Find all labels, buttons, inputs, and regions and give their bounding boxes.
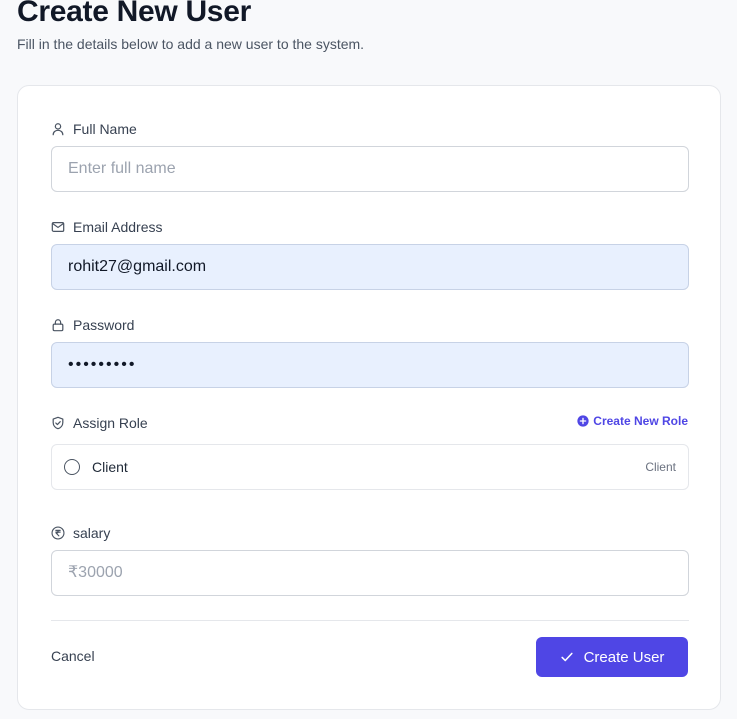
lock-icon [51,318,65,332]
create-new-role-link[interactable]: Create New Role [577,414,688,428]
create-new-role-label: Create New Role [593,414,688,428]
shield-icon [51,416,65,430]
create-user-label: Create User [583,648,665,666]
create-user-form-card: Full Name Email Address Password [17,85,721,710]
mail-icon [51,220,65,234]
password-label-text: Password [73,317,135,333]
role-radio[interactable] [64,459,80,475]
password-field[interactable] [51,342,689,388]
email-label: Email Address [51,219,162,235]
plus-circle-icon [577,415,589,427]
salary-label-text: salary [73,525,111,541]
page-subtitle: Fill in the details below to add a new u… [17,36,365,52]
assign-role-label: Assign Role [51,415,148,431]
user-icon [51,122,65,136]
salary-input[interactable] [51,550,689,596]
form-divider [51,620,689,621]
email-field[interactable] [51,244,689,290]
role-option-tag: Client [645,460,676,474]
check-icon [560,650,574,664]
salary-label: salary [51,525,110,541]
full-name-label-text: Full Name [73,121,137,137]
cancel-button[interactable]: Cancel [51,648,95,664]
create-user-button[interactable]: Create User [536,637,688,677]
assign-role-label-text: Assign Role [73,415,148,431]
page-title: Create New User [17,0,251,28]
role-option-client[interactable]: Client Client [51,444,689,490]
email-label-text: Email Address [73,219,163,235]
full-name-label: Full Name [51,121,137,137]
create-user-page: Create New User Fill in the details belo… [0,0,737,719]
full-name-input[interactable] [51,146,689,192]
password-label: Password [51,317,134,333]
rupee-icon [51,526,65,540]
role-option-name: Client [92,459,128,475]
